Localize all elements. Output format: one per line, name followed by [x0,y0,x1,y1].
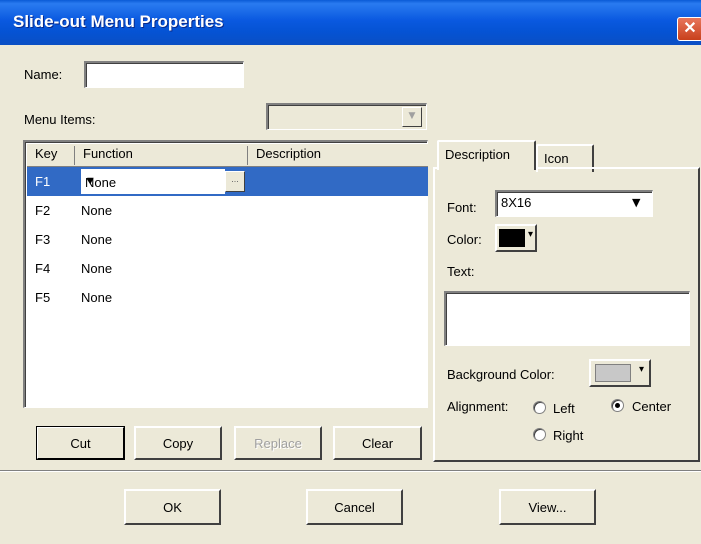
row-function: None [81,232,113,247]
chevron-down-icon[interactable]: ▼ [402,107,422,127]
table-row[interactable]: F2 None [27,196,428,225]
align-left-label[interactable]: Left [553,401,575,416]
description-panel: Font: 8X16 ▼ Color: ▾ Text: Background C… [433,167,700,462]
replace-button[interactable]: Replace [234,426,322,460]
font-select[interactable]: 8X16 ▼ [495,190,653,217]
clear-button[interactable]: Clear [333,426,422,460]
align-right-radio[interactable] [533,428,546,441]
background-color-label: Background Color: [447,367,555,382]
align-center-radio[interactable] [611,399,624,412]
row-function: None [81,290,113,305]
close-button[interactable]: ✕ [677,17,701,41]
window-title: Slide-out Menu Properties [13,12,224,31]
ok-button[interactable]: OK [124,489,221,525]
row-key: F5 [35,290,51,305]
table-row[interactable]: F3 None [27,225,428,254]
table-row[interactable]: F1 None ▼ ... [27,167,428,196]
menu-items-grid[interactable]: Key Function Description F1 None ▼ ... F… [23,140,428,408]
name-label: Name: [24,67,63,82]
color-swatch [595,364,631,382]
alignment-label: Alignment: [447,399,509,414]
align-left-radio[interactable] [533,401,546,414]
cancel-button[interactable]: Cancel [306,489,403,525]
function-select[interactable]: None ▼ [81,169,225,194]
table-row[interactable]: F5 None [27,283,428,312]
menu-items-select[interactable]: ▼ [266,103,427,130]
align-right-label[interactable]: Right [553,428,583,443]
grid-header: Key Function Description [27,144,428,167]
cut-button[interactable]: Cut [36,426,125,460]
tab-description[interactable]: Description [437,140,536,170]
chevron-down-icon[interactable]: ▼ [632,196,640,209]
chevron-down-icon: ▾ [639,364,645,375]
text-label: Text: [447,264,475,279]
column-header-description: Description [256,146,322,161]
row-key: F3 [35,232,51,247]
column-header-function: Function [75,146,248,165]
title-bar[interactable]: Slide-out Menu Properties ✕ [0,0,701,45]
description-text-area[interactable] [444,291,690,346]
color-swatch [499,229,525,247]
color-label: Color: [447,232,482,247]
table-row[interactable]: F4 None [27,254,428,283]
divider [0,470,701,472]
column-header-key: Key [27,146,75,165]
view-button[interactable]: View... [499,489,596,525]
dialog-window: Slide-out Menu Properties ✕ Name: Menu I… [0,0,701,544]
name-input[interactable] [84,61,244,88]
row-function: None [81,261,113,276]
browse-button[interactable]: ... [225,171,245,192]
copy-button[interactable]: Copy [134,426,222,460]
row-key: F2 [35,203,51,218]
font-label: Font: [447,200,477,215]
align-center-label[interactable]: Center [632,399,671,414]
row-key: F1 [35,174,51,189]
close-icon: ✕ [683,20,697,37]
background-color-picker[interactable]: ▾ [589,359,651,387]
text-color-picker[interactable]: ▾ [495,224,537,252]
chevron-down-icon[interactable]: ▼ [85,175,96,187]
row-function: None [81,203,113,218]
menu-items-label: Menu Items: [24,112,96,127]
chevron-down-icon: ▾ [528,229,534,240]
row-key: F4 [35,261,51,276]
